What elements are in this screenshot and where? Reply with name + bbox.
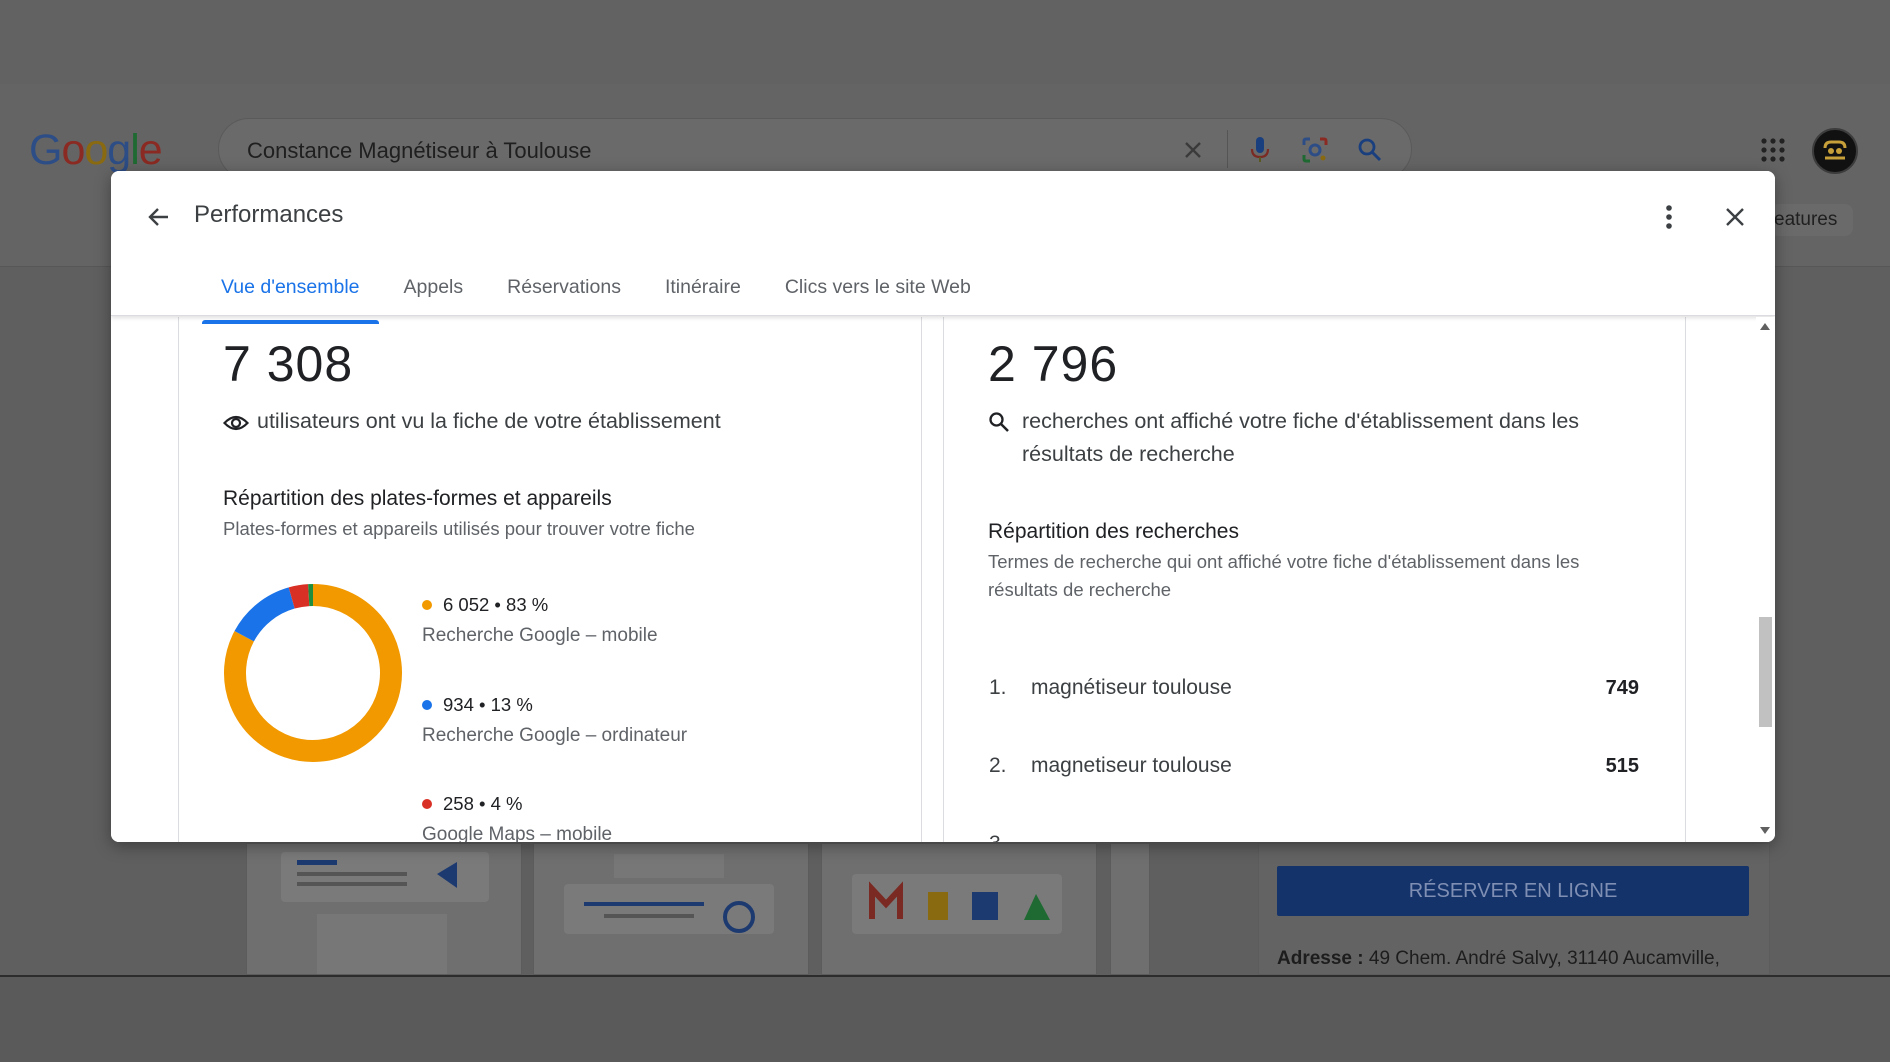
views-description: utilisateurs ont vu la fiche de votre ét…	[257, 409, 721, 433]
tab-bar: Vue d'ensemble Appels Réservations Itiné…	[199, 267, 993, 324]
search-term-row: 2. magnetiseur toulouse 515	[989, 748, 1639, 784]
search-count: 515	[1605, 754, 1639, 777]
more-options-button[interactable]	[1645, 193, 1693, 241]
platform-breakdown-subtitle: Plates-formes et appareils utilisés pour…	[223, 518, 695, 539]
legend-item: 6 052 • 83 % Recherche Google – mobile	[422, 593, 658, 647]
search-query-text[interactable]: Constance Magnétiseur à Toulouse	[247, 138, 591, 164]
dialog-title: Performances	[194, 201, 344, 228]
more-vert-icon	[1666, 205, 1672, 229]
search-term-row: 3.	[989, 826, 1639, 842]
platform-breakdown-title: Répartition des plates-formes et apparei…	[223, 487, 612, 510]
microphone-icon[interactable]	[1243, 133, 1277, 167]
reserve-online-button[interactable]: RÉSERVER EN LIGNE	[1277, 866, 1749, 916]
searches-card: 2 796 recherches ont affiché votre fiche…	[943, 317, 1686, 842]
page-top-band	[0, 0, 1890, 84]
background-card	[246, 843, 522, 975]
rank-number: 3.	[989, 832, 1031, 842]
rank-number: 2.	[989, 754, 1007, 777]
features-chip[interactable]: eatures	[1770, 204, 1854, 236]
legend-value: 258 • 4 %	[443, 793, 523, 814]
scrollbar-thumb[interactable]	[1759, 617, 1772, 727]
scroll-down-arrow-icon[interactable]	[1760, 827, 1770, 834]
close-icon	[1726, 208, 1744, 226]
tab-bookings[interactable]: Réservations	[485, 267, 643, 316]
legend-label: Recherche Google – ordinateur	[422, 725, 688, 746]
searches-count: 2 796	[988, 336, 1119, 392]
lens-camera-icon[interactable]	[1298, 133, 1332, 167]
back-button[interactable]	[135, 193, 183, 241]
apps-grid-icon[interactable]	[1760, 137, 1786, 168]
tab-directions[interactable]: Itinéraire	[643, 267, 763, 316]
search-term: magnetiseur toulouse	[1031, 754, 1232, 777]
search-term-row: 1. magnétiseur toulouse 749	[989, 670, 1639, 706]
search-icon[interactable]	[1353, 133, 1387, 167]
address-label: Adresse :	[1277, 948, 1364, 969]
searches-line: recherches ont affiché votre fiche d'éta…	[988, 405, 1638, 471]
close-button[interactable]	[1711, 193, 1759, 241]
donut-slice	[288, 584, 310, 609]
background-card	[533, 843, 809, 975]
dialog-header: Performances Vue d'ensemble Appels Réser…	[111, 171, 1775, 324]
searches-description: recherches ont affiché votre fiche d'éta…	[1022, 409, 1580, 466]
search-count: 749	[1605, 676, 1639, 699]
background-card	[821, 843, 1097, 975]
search-icon	[988, 405, 1022, 443]
views-line: utilisateurs ont vu la fiche de votre ét…	[222, 405, 883, 443]
tab-overview[interactable]: Vue d'ensemble	[199, 267, 382, 324]
legend-item: 258 • 4 % Google Maps – mobile	[422, 792, 612, 842]
eye-icon	[222, 405, 257, 443]
views-count: 7 308	[223, 336, 354, 392]
arrow-back-icon	[148, 208, 168, 226]
performances-dialog: Performances Vue d'ensemble Appels Réser…	[111, 171, 1775, 842]
dialog-body: 7 308 utilisateurs ont vu la fiche de vo…	[111, 317, 1775, 842]
page-bottom-band	[0, 975, 1890, 1062]
scroll-up-arrow-icon[interactable]	[1760, 323, 1770, 330]
google-logo[interactable]: Google	[29, 126, 163, 175]
address-value: 49 Chem. André Salvy, 31140 Aucamville,	[1368, 948, 1720, 969]
search-divider	[1227, 130, 1228, 168]
legend-value: 6 052 • 83 %	[443, 594, 549, 615]
search-breakdown-title: Répartition des recherches	[988, 520, 1239, 543]
legend-label: Recherche Google – mobile	[422, 625, 658, 646]
platform-donut-chart	[224, 584, 402, 762]
legend-dot-orange	[422, 600, 432, 610]
tab-calls[interactable]: Appels	[382, 267, 486, 316]
search-breakdown-subtitle: Termes de recherche qui ont affiché votr…	[988, 551, 1580, 600]
search-term: magnétiseur toulouse	[1031, 676, 1232, 699]
tab-website-clicks[interactable]: Clics vers le site Web	[763, 267, 993, 316]
background-card	[1110, 843, 1150, 975]
dialog-scrollbar[interactable]	[1756, 317, 1775, 842]
legend-value: 934 • 13 %	[443, 694, 533, 715]
views-card: 7 308 utilisateurs ont vu la fiche de vo…	[178, 317, 922, 842]
donut-slice	[234, 587, 296, 642]
legend-dot-blue	[422, 700, 432, 710]
legend-label: Google Maps – mobile	[422, 824, 613, 842]
account-avatar[interactable]	[1812, 128, 1858, 174]
address-line: Adresse : 49 Chem. André Salvy, 31140 Au…	[1277, 948, 1720, 970]
legend-item: 934 • 13 % Recherche Google – ordinateur	[422, 693, 687, 747]
rank-number: 1.	[989, 676, 1007, 699]
clear-search-icon[interactable]	[1176, 133, 1210, 167]
legend-dot-red	[422, 799, 432, 809]
